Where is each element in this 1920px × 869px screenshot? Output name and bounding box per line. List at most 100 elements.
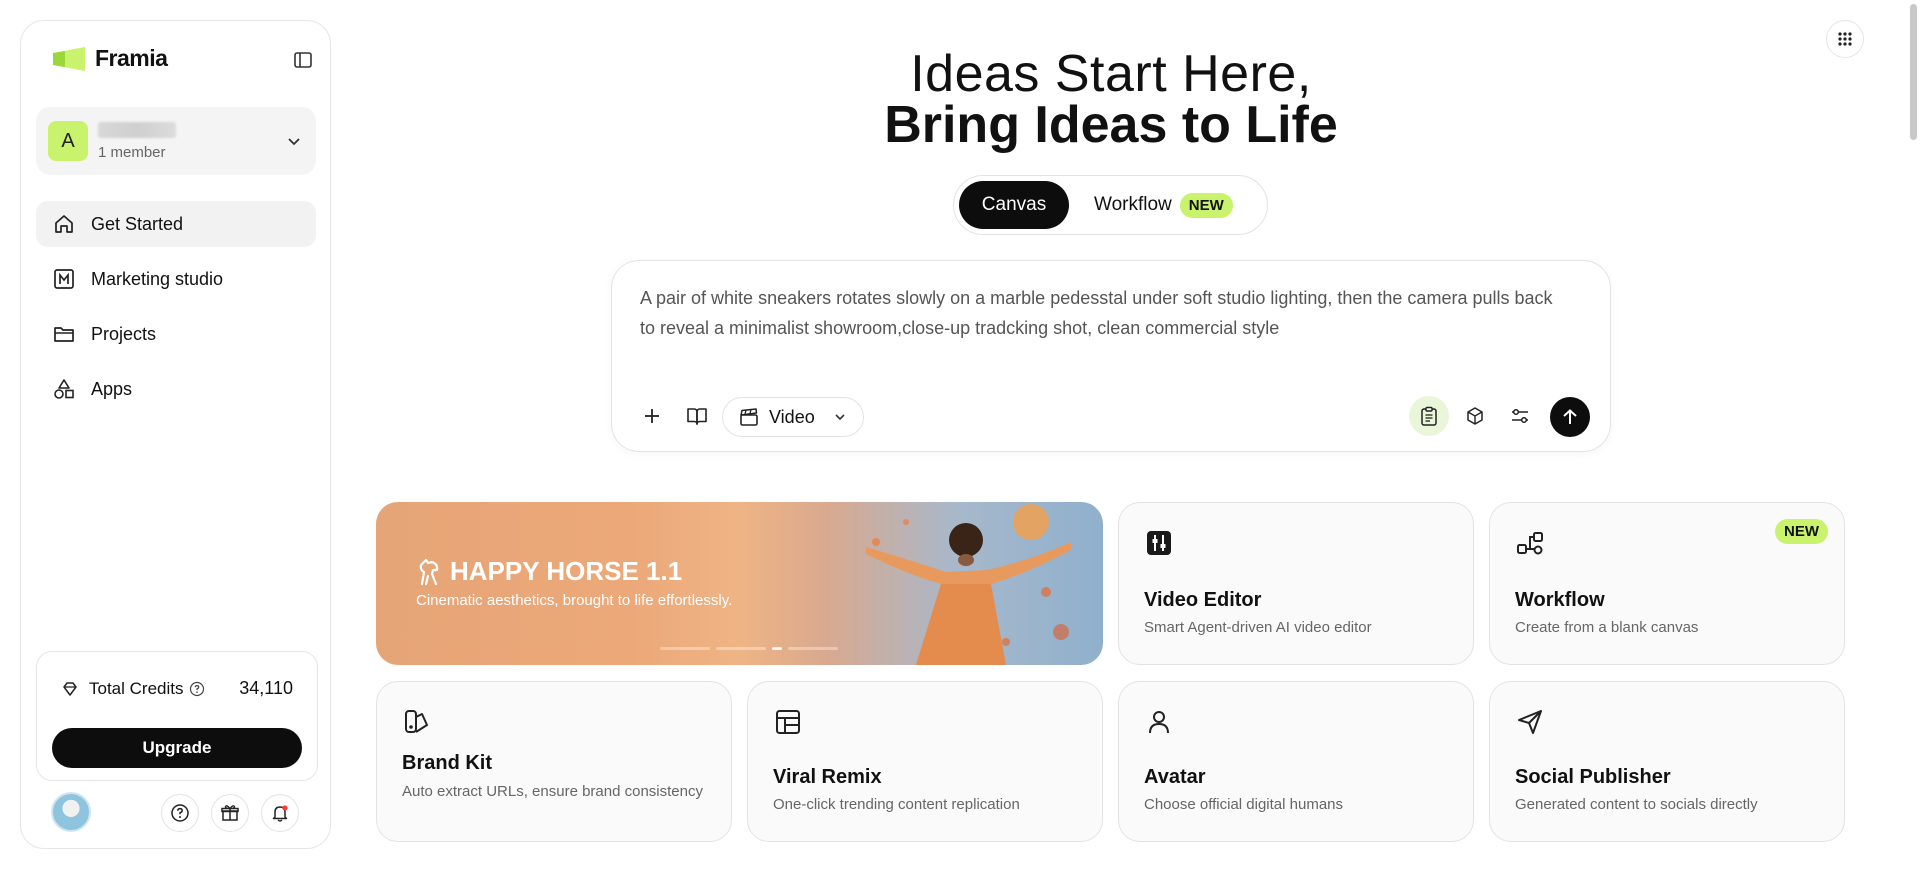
horse-icon <box>419 558 439 585</box>
sidebar-item-get-started[interactable]: Get Started <box>36 201 316 247</box>
card-desc: Auto extract URLs, ensure brand consiste… <box>402 783 703 800</box>
brand-kit-icon <box>405 710 428 733</box>
team-switcher[interactable]: A 1 member <box>36 107 316 175</box>
video-editor-icon <box>1147 531 1171 555</box>
chevron-down-icon <box>288 138 300 146</box>
sidebar-nav: Get Started Marketing studio Projects Ap… <box>36 201 316 421</box>
carousel-indicators <box>660 647 838 650</box>
apps-grid-button[interactable] <box>1826 20 1864 58</box>
card-title: Viral Remix <box>773 766 882 788</box>
help-icon <box>171 804 189 822</box>
diamond-icon <box>63 681 77 696</box>
carousel-dot[interactable] <box>716 647 766 650</box>
clipboard-button[interactable] <box>1409 396 1449 436</box>
tab-workflow-label: Workflow <box>1094 194 1172 215</box>
team-members: 1 member <box>98 143 166 161</box>
card-title: Avatar <box>1144 766 1206 788</box>
sidebar-toggle-icon <box>294 52 312 68</box>
home-icon <box>52 212 76 236</box>
sidebar-item-label: Apps <box>91 378 133 399</box>
layout-icon <box>776 710 800 734</box>
banner-subtitle: Cinematic aesthetics, brought to life ef… <box>416 592 733 609</box>
plus-icon <box>645 409 659 423</box>
3d-model-button[interactable] <box>1455 396 1495 436</box>
card-workflow[interactable]: NEW Workflow Create from a blank canvas <box>1489 502 1845 665</box>
credits-value: 34,110 <box>239 678 293 698</box>
card-avatar[interactable]: Avatar Choose official digital humans <box>1118 681 1474 842</box>
banner-title-text: HAPPY HORSE 1.1 <box>450 556 683 586</box>
tab-workflow[interactable]: Workflow NEW <box>1094 181 1233 229</box>
card-desc: One-click trending content replication <box>773 796 1020 813</box>
card-desc: Choose official digital humans <box>1144 796 1344 813</box>
mode-toggle: Canvas Workflow NEW <box>953 175 1268 235</box>
card-desc: Smart Agent-driven AI video editor <box>1144 619 1372 636</box>
sidebar-item-apps[interactable]: Apps <box>36 366 316 412</box>
card-brand-kit[interactable]: Brand Kit Auto extract URLs, ensure bran… <box>376 681 732 842</box>
m-box-icon <box>52 267 76 291</box>
card-social-publisher[interactable]: Social Publisher Generated content to so… <box>1489 681 1845 842</box>
user-avatar[interactable] <box>51 792 91 832</box>
scrollbar-thumb[interactable] <box>1910 4 1917 140</box>
bell-icon <box>272 805 288 822</box>
tab-canvas[interactable]: Canvas <box>959 181 1069 229</box>
send-button[interactable] <box>1550 397 1590 437</box>
shapes-icon <box>52 377 76 401</box>
gift-button[interactable] <box>211 794 249 832</box>
settings-button[interactable] <box>1500 396 1540 436</box>
team-name-redacted <box>98 121 176 138</box>
scrollbar[interactable] <box>1905 0 1920 869</box>
help-button[interactable] <box>161 794 199 832</box>
framia-logo-icon <box>53 46 85 71</box>
user-icon <box>1149 711 1169 734</box>
card-title: Brand Kit <box>402 752 492 774</box>
card-desc: Generated content to socials directly <box>1515 796 1758 813</box>
sliders-icon <box>1512 408 1528 424</box>
help-circle-icon[interactable] <box>189 681 205 697</box>
team-avatar: A <box>48 121 88 161</box>
media-type-select[interactable]: Video <box>722 397 864 437</box>
workflow-nodes-icon <box>1517 532 1543 555</box>
card-title: Workflow <box>1515 589 1605 611</box>
clipboard-icon <box>1421 406 1437 426</box>
sidebar-item-label: Marketing studio <box>91 268 224 289</box>
sidebar-item-label: Projects <box>91 323 157 344</box>
prompt-library-button[interactable] <box>677 396 717 436</box>
promo-banner[interactable]: HAPPY HORSE 1.1 Cinematic aesthetics, br… <box>376 502 1103 665</box>
credits-panel: Total Credits 34,110 Upgrade <box>36 651 318 781</box>
sidebar-toggle-button[interactable] <box>290 47 316 73</box>
banner-illustration <box>866 504 1071 665</box>
prompt-text[interactable]: A pair of white sneakers rotates slowly … <box>640 283 1570 343</box>
notifications-button[interactable] <box>261 794 299 832</box>
hero-title-line-2: Bring Ideas to Life <box>884 96 1338 154</box>
arrow-up-icon <box>1563 409 1577 424</box>
carousel-dot[interactable] <box>660 647 710 650</box>
card-desc: Create from a blank canvas <box>1515 619 1699 636</box>
sidebar-item-marketing-studio[interactable]: Marketing studio <box>36 256 316 302</box>
card-viral-remix[interactable]: Viral Remix One-click trending content r… <box>747 681 1103 842</box>
banner-title: HAPPY HORSE 1.1 <box>416 556 682 587</box>
logo[interactable]: Framia <box>51 45 168 72</box>
upgrade-button[interactable]: Upgrade <box>52 728 302 768</box>
card-video-editor[interactable]: Video Editor Smart Agent-driven AI video… <box>1118 502 1474 665</box>
grid-dots-icon <box>1838 32 1852 46</box>
clapperboard-icon <box>740 408 758 426</box>
gift-icon <box>221 805 239 821</box>
card-title: Video Editor <box>1144 589 1262 611</box>
sidebar-item-label: Get Started <box>91 213 184 234</box>
folder-icon <box>52 322 76 346</box>
new-badge: NEW <box>1775 519 1828 544</box>
new-badge: NEW <box>1179 192 1233 218</box>
carousel-dot-active[interactable] <box>772 647 782 650</box>
book-icon <box>687 408 707 425</box>
brand-name: Framia <box>95 45 168 71</box>
chevron-down-icon <box>835 414 845 421</box>
credits-label: Total Credits <box>89 678 184 698</box>
sidebar: Framia A 1 member Get Started Marketing … <box>20 20 331 849</box>
send-paper-plane-icon <box>1518 710 1542 734</box>
media-type-value: Video <box>769 406 815 427</box>
cube-icon <box>1467 407 1483 425</box>
card-title: Social Publisher <box>1515 766 1671 788</box>
carousel-dot[interactable] <box>788 647 838 650</box>
add-button[interactable] <box>632 396 672 436</box>
sidebar-item-projects[interactable]: Projects <box>36 311 316 357</box>
